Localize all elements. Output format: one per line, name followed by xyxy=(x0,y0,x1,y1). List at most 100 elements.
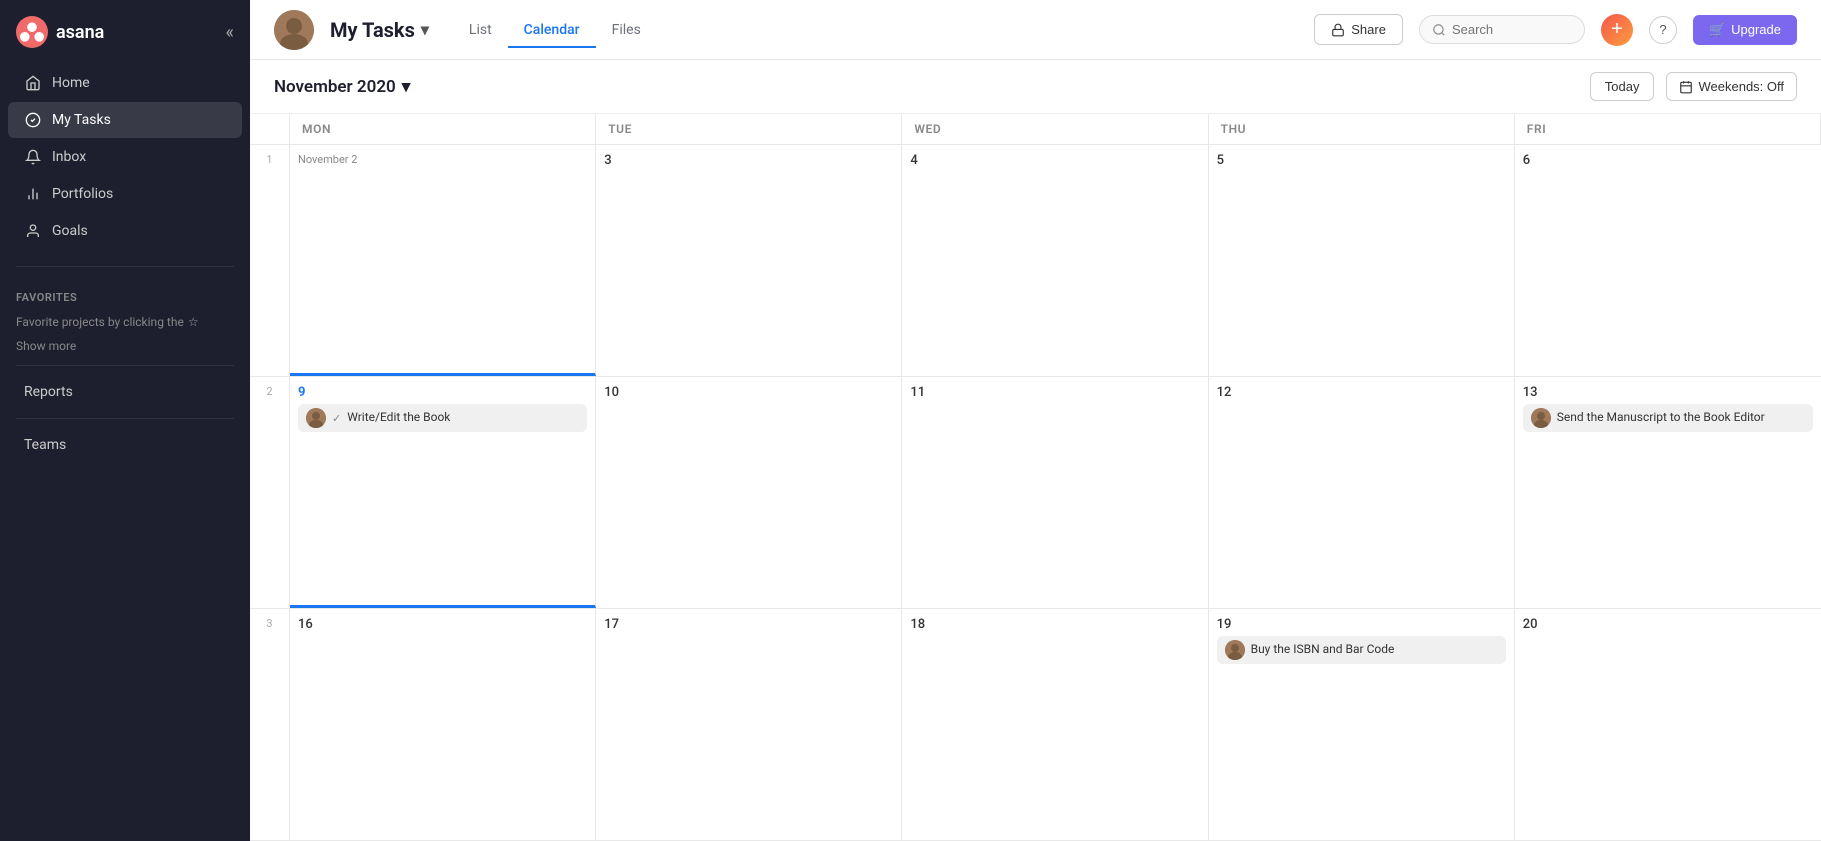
favorites-hint: Favorite projects by clicking the ☆ xyxy=(0,310,250,335)
day-num: 11 xyxy=(910,385,1199,400)
calendar-day-mon-w3[interactable]: 16 xyxy=(290,609,596,840)
day-num: 5 xyxy=(1217,153,1506,168)
task-avatar xyxy=(306,408,326,428)
day-num: 16 xyxy=(298,617,587,632)
calendar-day-thu-w2[interactable]: 12 xyxy=(1209,377,1515,608)
day-num-today: 9 xyxy=(298,385,587,400)
upgrade-label: Upgrade xyxy=(1731,22,1781,37)
calendar-month-title[interactable]: November 2020 ▾ xyxy=(274,77,410,97)
header-wed: Wed xyxy=(902,114,1208,144)
task-text: Write/Edit the Book xyxy=(347,410,579,426)
calendar-day-fri-w3[interactable]: 20 xyxy=(1515,609,1821,840)
sidebar-item-teams-label: Teams xyxy=(24,437,66,453)
add-button[interactable]: + xyxy=(1601,14,1633,46)
asana-logo-icon xyxy=(16,16,48,48)
calendar-day-wed-w1[interactable]: 4 xyxy=(902,145,1208,376)
calendar-grid: Mon Tue Wed Thu Fri 1 November 2 3 xyxy=(250,114,1821,841)
bell-icon xyxy=(24,148,42,166)
sidebar-item-my-tasks-label: My Tasks xyxy=(52,112,111,128)
calendar-day-thu-w3[interactable]: 19 Buy the ISBN and Bar Code xyxy=(1209,609,1515,840)
sidebar-divider-2 xyxy=(16,365,234,366)
help-button[interactable]: ? xyxy=(1649,16,1677,44)
calendar-day-mon-w2[interactable]: 9 ✓ Write/Edit the Book xyxy=(290,377,596,608)
search-bar[interactable] xyxy=(1419,15,1585,44)
logo-text: asana xyxy=(56,22,104,43)
calendar-week-row-2: 2 9 ✓ Write/Edit the Book 10 xyxy=(250,377,1821,609)
sidebar-item-teams[interactable]: Teams xyxy=(8,428,242,462)
calendar-day-wed-w3[interactable]: 18 xyxy=(902,609,1208,840)
page-title: My Tasks xyxy=(330,18,415,42)
sidebar-item-inbox[interactable]: Inbox xyxy=(8,139,242,175)
sidebar-item-reports-label: Reports xyxy=(24,384,73,400)
upgrade-icon: 🛒 xyxy=(1709,22,1725,38)
sidebar-item-my-tasks[interactable]: My Tasks xyxy=(8,102,242,138)
page-title-area: My Tasks ▾ xyxy=(330,18,429,42)
star-icon: ☆ xyxy=(188,314,199,331)
day-num: 12 xyxy=(1217,385,1506,400)
tab-list[interactable]: List xyxy=(453,14,508,48)
avatar xyxy=(274,10,314,50)
week-num-2: 2 xyxy=(250,377,290,608)
calendar-day-fri-w1[interactable]: 6 xyxy=(1515,145,1821,376)
sidebar-item-goals[interactable]: Goals xyxy=(8,213,242,249)
sidebar-item-inbox-label: Inbox xyxy=(52,149,86,165)
day-num: 20 xyxy=(1523,617,1813,632)
task-avatar xyxy=(1531,408,1551,428)
header-tue: Tue xyxy=(596,114,902,144)
task-item[interactable]: ✓ Write/Edit the Book xyxy=(298,404,587,432)
calendar-day-tue-w3[interactable]: 17 xyxy=(596,609,902,840)
header-fri: Fri xyxy=(1515,114,1821,144)
calendar-day-tue-w1[interactable]: 3 xyxy=(596,145,902,376)
day-num: 10 xyxy=(604,385,893,400)
share-button[interactable]: Share xyxy=(1314,14,1403,45)
month-chevron-icon: ▾ xyxy=(402,77,411,97)
person-icon xyxy=(24,222,42,240)
upgrade-button[interactable]: 🛒 Upgrade xyxy=(1693,15,1797,45)
calendar-header-row: Mon Tue Wed Thu Fri xyxy=(250,114,1821,145)
task-item[interactable]: Send the Manuscript to the Book Editor xyxy=(1523,404,1813,432)
header-mon: Mon xyxy=(290,114,596,144)
show-more-link[interactable]: Show more xyxy=(0,335,250,357)
sidebar-item-reports[interactable]: Reports xyxy=(8,375,242,409)
month-title-text: November 2020 xyxy=(274,77,396,97)
day-num: 3 xyxy=(604,153,893,168)
day-num: 6 xyxy=(1523,153,1813,168)
sidebar-item-home[interactable]: Home xyxy=(8,65,242,101)
search-input[interactable] xyxy=(1452,22,1572,37)
weekends-button[interactable]: Weekends: Off xyxy=(1666,72,1797,101)
sidebar-item-home-label: Home xyxy=(52,75,90,91)
sidebar-item-portfolios-label: Portfolios xyxy=(52,186,113,202)
tab-calendar[interactable]: Calendar xyxy=(508,14,596,48)
calendar-day-tue-w2[interactable]: 10 xyxy=(596,377,902,608)
calendar-container: November 2020 ▾ Today Weekends: Off Mon … xyxy=(250,60,1821,841)
sidebar-item-portfolios[interactable]: Portfolios xyxy=(8,176,242,212)
home-icon xyxy=(24,74,42,92)
today-button[interactable]: Today xyxy=(1590,72,1655,101)
day-num: 13 xyxy=(1523,385,1813,400)
collapse-sidebar-button[interactable]: « xyxy=(226,22,234,43)
day-num: 19 xyxy=(1217,617,1506,632)
day-num: 17 xyxy=(604,617,893,632)
task-avatar xyxy=(1225,640,1245,660)
weekends-label: Weekends: Off xyxy=(1698,79,1784,94)
calendar-day-thu-w1[interactable]: 5 xyxy=(1209,145,1515,376)
calendar-day-wed-w2[interactable]: 11 xyxy=(902,377,1208,608)
sidebar-item-goals-label: Goals xyxy=(52,223,88,239)
lock-icon xyxy=(1331,23,1345,37)
header-thu: Thu xyxy=(1209,114,1515,144)
task-item[interactable]: Buy the ISBN and Bar Code xyxy=(1217,636,1506,664)
calendar-toolbar: November 2020 ▾ Today Weekends: Off xyxy=(250,60,1821,114)
sidebar-divider-3 xyxy=(16,418,234,419)
share-label: Share xyxy=(1351,22,1386,37)
day-num: 4 xyxy=(910,153,1199,168)
sidebar-nav: Home My Tasks Inbox Portfolios xyxy=(0,56,250,258)
title-chevron-icon[interactable]: ▾ xyxy=(421,20,429,39)
calendar-week-row: 1 November 2 3 4 5 6 xyxy=(250,145,1821,377)
calendar-day-fri-w2[interactable]: 13 Send the Manuscript to the Book Edito… xyxy=(1515,377,1821,608)
calendar-icon xyxy=(1679,80,1693,94)
week-num-3: 3 xyxy=(250,609,290,840)
task-text: Buy the ISBN and Bar Code xyxy=(1251,642,1498,658)
bar-chart-icon xyxy=(24,185,42,203)
tab-files[interactable]: Files xyxy=(596,14,657,48)
calendar-day-mon-w1[interactable]: November 2 xyxy=(290,145,596,376)
